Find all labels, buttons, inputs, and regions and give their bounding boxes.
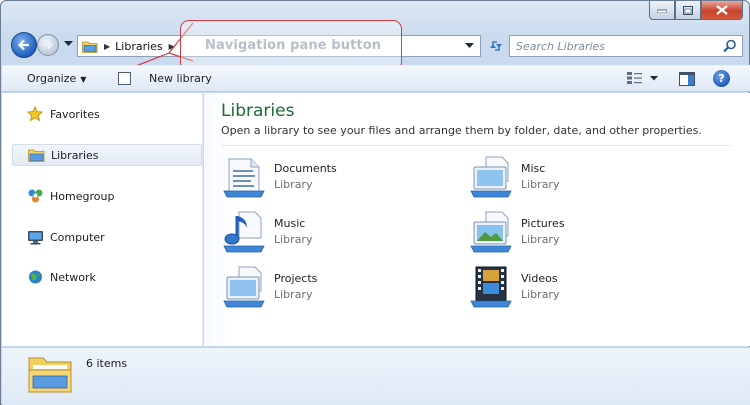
sidebar-item-network[interactable]: Network — [12, 266, 202, 288]
refresh-icon — [490, 41, 502, 51]
sidebar-item-favorites[interactable]: Favorites — [12, 103, 202, 125]
maximize-button[interactable] — [675, 1, 701, 20]
library-type: Library — [274, 288, 313, 301]
forward-button[interactable] — [37, 34, 59, 56]
sidebar-item-label: Favorites — [50, 107, 100, 121]
library-name: Music — [274, 217, 306, 230]
forward-arrow-icon — [43, 40, 53, 50]
network-icon — [26, 269, 44, 285]
library-type: Library — [521, 288, 560, 301]
sidebar-item-label: Network — [50, 270, 96, 284]
item-count: 6 items — [86, 357, 128, 370]
library-tile-videos[interactable]: Videos Library — [468, 263, 668, 309]
documents-library-icon — [223, 158, 265, 198]
library-tile-projects[interactable]: Projects Library — [221, 263, 421, 309]
library-tile-pictures[interactable]: Pictures Library — [468, 208, 668, 254]
library-type: Library — [274, 178, 313, 191]
back-button[interactable] — [11, 32, 37, 58]
search-input[interactable] — [510, 36, 710, 56]
sidebar-item-libraries[interactable]: Libraries — [12, 144, 202, 166]
music-library-icon — [223, 211, 265, 253]
address-history-dropdown-icon[interactable] — [465, 43, 474, 49]
page-description: Open a library to see your files and arr… — [221, 124, 702, 137]
homegroup-icon — [26, 188, 44, 204]
sidebar-item-label: Libraries — [51, 148, 99, 162]
sidebar-item-computer[interactable]: Computer — [12, 226, 202, 248]
details-pane: 6 items — [2, 347, 750, 405]
organize-button[interactable]: Organize ▼ — [27, 72, 86, 85]
content-area: Libraries Open a library to see your fil… — [204, 93, 750, 346]
navigation-pane: Favorites Libraries Homegroup Computer N… — [2, 93, 203, 346]
sidebar-item-label: Homegroup — [50, 189, 115, 203]
libraries-folder-icon — [27, 147, 45, 163]
library-name: Projects — [274, 272, 318, 285]
search-icon[interactable] — [723, 39, 737, 53]
sidebar-item-label: Computer — [50, 230, 105, 244]
monitor-library-icon — [470, 156, 512, 198]
change-view-button[interactable] — [626, 71, 660, 85]
library-type: Library — [521, 233, 560, 246]
breadcrumb-separator-icon[interactable]: ▶ — [169, 42, 175, 51]
library-tile-documents[interactable]: Documents Library — [221, 153, 421, 199]
monitor-library-icon — [223, 266, 265, 308]
caption-buttons — [649, 1, 743, 20]
close-button[interactable] — [701, 1, 743, 20]
help-icon: ? — [718, 72, 725, 85]
chevron-down-icon: ▼ — [80, 75, 87, 84]
library-name: Pictures — [521, 217, 565, 230]
navigation-pane-checkbox[interactable] — [118, 72, 131, 85]
library-type: Library — [274, 233, 313, 246]
callout-text: Navigation pane button — [205, 38, 382, 53]
pictures-library-icon — [470, 211, 512, 253]
explorer-window: ▶ Libraries ▶ Navigation pane button — [0, 0, 750, 405]
command-bar: Organize ▼ New library ? — [2, 65, 750, 92]
organize-label: Organize — [27, 72, 77, 85]
back-arrow-icon — [17, 39, 29, 51]
library-type: Library — [521, 178, 560, 191]
library-tile-misc[interactable]: Misc Library — [468, 153, 668, 199]
maximize-icon — [683, 5, 693, 15]
library-name: Videos — [521, 272, 558, 285]
help-button[interactable]: ? — [713, 70, 730, 87]
breadcrumb-libraries[interactable]: Libraries — [115, 40, 163, 53]
view-options-icon — [627, 72, 642, 84]
page-title: Libraries — [221, 101, 295, 121]
chevron-down-icon — [650, 76, 658, 81]
preview-pane-icon[interactable] — [679, 72, 695, 86]
new-library-button[interactable]: New library — [149, 72, 212, 85]
star-icon — [26, 106, 44, 122]
minimize-icon — [657, 9, 667, 13]
divider — [221, 145, 731, 146]
library-name: Misc — [521, 162, 546, 175]
library-name: Documents — [274, 162, 337, 175]
minimize-button[interactable] — [649, 1, 675, 20]
breadcrumb-separator-icon[interactable]: ▶ — [104, 42, 110, 51]
refresh-button[interactable] — [485, 35, 507, 57]
libraries-folder-icon — [82, 41, 98, 53]
computer-icon — [26, 229, 44, 245]
libraries-folder-icon — [28, 357, 72, 393]
close-icon — [716, 5, 728, 15]
recent-pages-dropdown-icon[interactable] — [64, 41, 73, 47]
sidebar-item-homegroup[interactable]: Homegroup — [12, 185, 202, 207]
videos-library-icon — [470, 266, 512, 308]
library-tile-music[interactable]: Music Library — [221, 208, 421, 254]
search-box[interactable] — [509, 35, 743, 57]
